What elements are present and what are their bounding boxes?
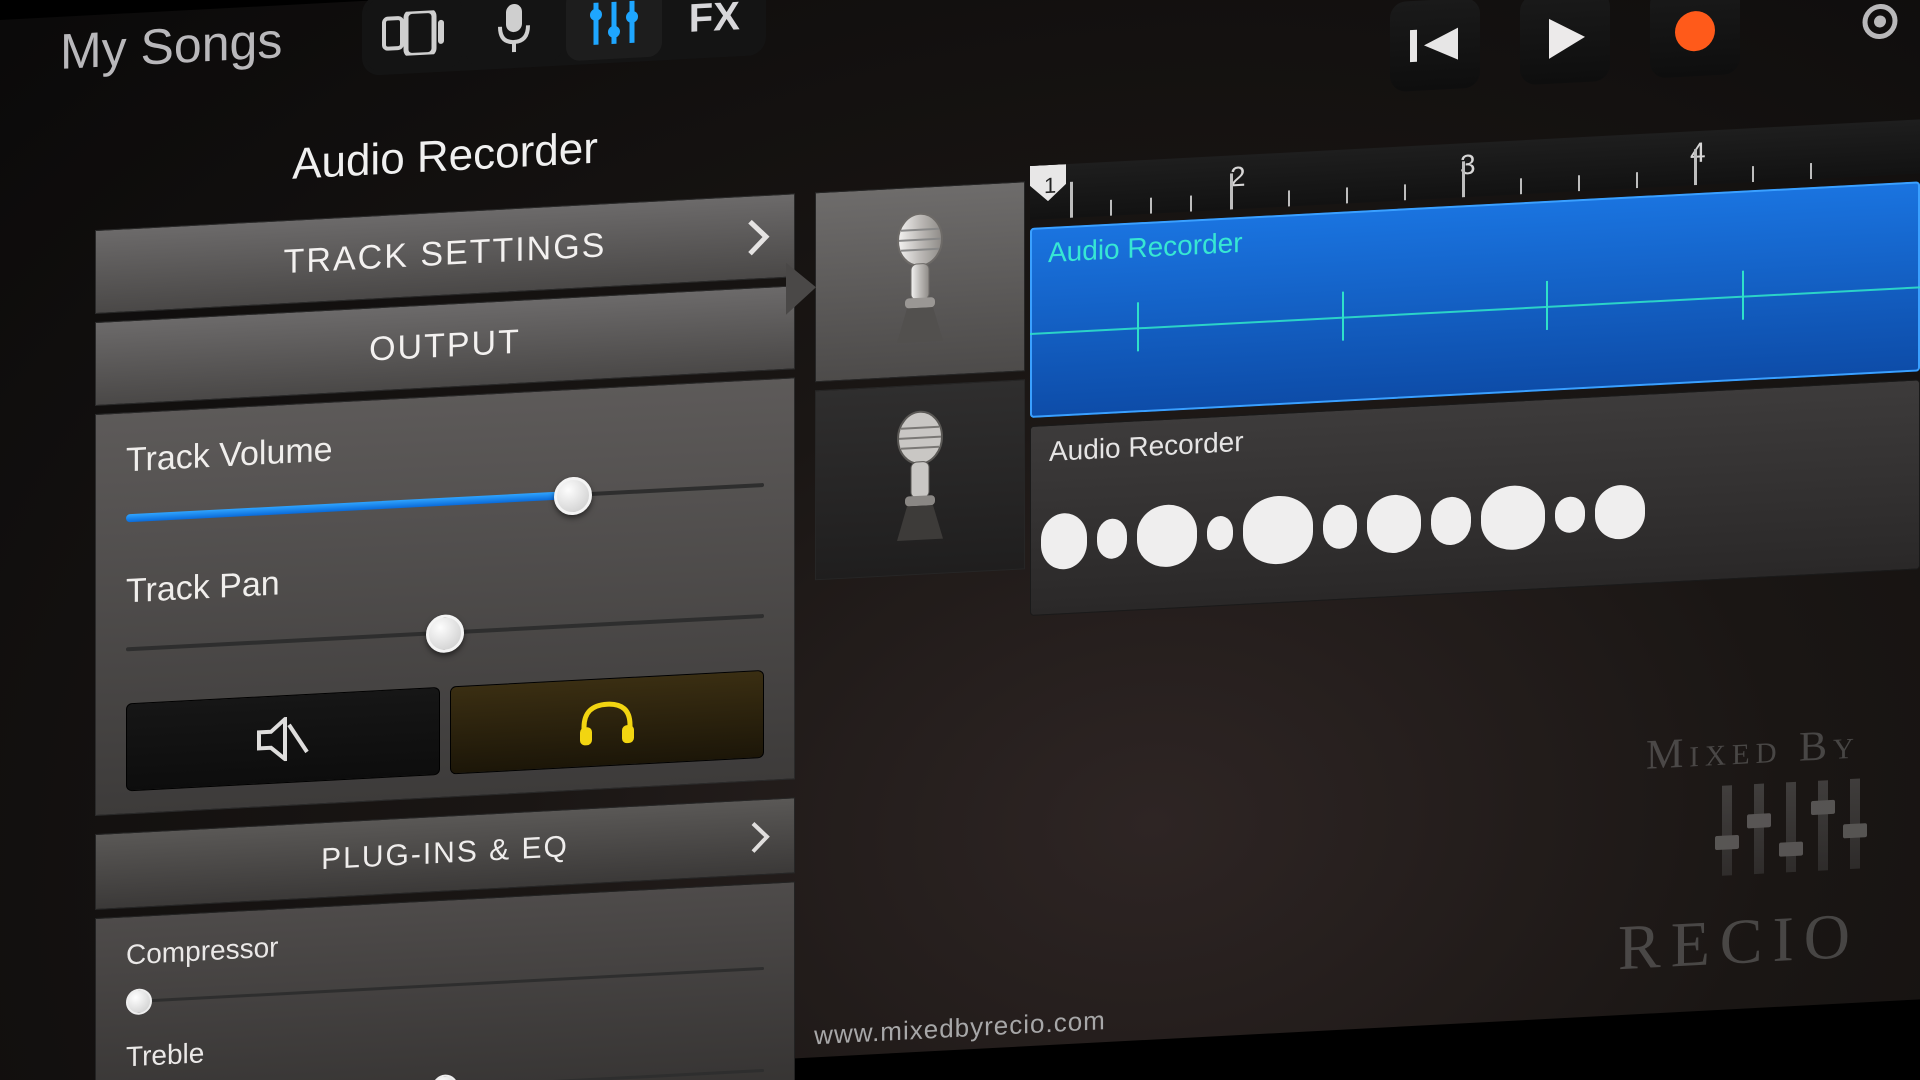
record-icon [1671,6,1719,57]
microphone-icon [885,210,955,354]
track-header[interactable] [815,181,1025,382]
pan-label: Track Pan [126,539,764,611]
mixer-icon [586,0,642,49]
timeline: 1 2 3 4 Audio Recorder [1030,119,1920,616]
region-name: Audio Recorder [1048,227,1243,269]
view-toolbar: FX [362,0,766,76]
rewind-button[interactable] [1390,0,1480,92]
panel-title: Audio Recorder [95,113,795,200]
track-settings-label: TRACK SETTINGS [284,226,607,282]
bar-number: 4 [1690,137,1706,170]
record-button[interactable] [1650,0,1740,79]
region-name: Audio Recorder [1049,426,1244,468]
microphone-icon [494,1,534,55]
bar-number: 1 [1044,173,1056,200]
watermark-url: www.mixedbyrecio.com [814,1005,1106,1051]
mute-button[interactable] [126,687,440,791]
mute-icon [255,716,311,763]
input-mic-button[interactable] [466,0,562,67]
output-label: OUTPUT [369,322,521,369]
volume-label: Track Volume [126,408,764,480]
chevron-right-icon [750,820,772,855]
watermark-line2: RECIO [1618,899,1860,986]
audio-region[interactable]: Audio Recorder [1030,181,1920,418]
chevron-right-icon [746,217,772,258]
mixer-button[interactable] [566,0,662,61]
audio-region[interactable]: Audio Recorder [1030,379,1920,616]
loop-indicator-icon [1860,0,1900,42]
tracks-view-button[interactable] [366,0,462,72]
play-button[interactable] [1520,0,1610,85]
watermark: Mixed By RECIO [1618,721,1860,986]
volume-slider[interactable] [126,467,764,538]
play-icon [1541,13,1589,64]
waveform [1041,439,1909,600]
my-songs-button[interactable]: My Songs [60,11,282,81]
tracks-icon [382,10,446,57]
track-header[interactable] [815,379,1025,580]
headphones-icon [576,697,638,748]
transport-controls [1390,0,1900,92]
rewind-icon [1408,23,1462,66]
fx-button[interactable]: FX [666,0,762,56]
track-settings-panel: Audio Recorder TRACK SETTINGS OUTPUT Tra… [95,113,795,1080]
track-headers [815,181,1025,580]
solo-headphones-button[interactable] [450,670,764,774]
watermark-line1: Mixed By [1618,721,1860,782]
plugins-label: PLUG-INS & EQ [321,830,569,877]
pan-slider[interactable] [126,598,764,669]
microphone-icon [885,408,955,552]
